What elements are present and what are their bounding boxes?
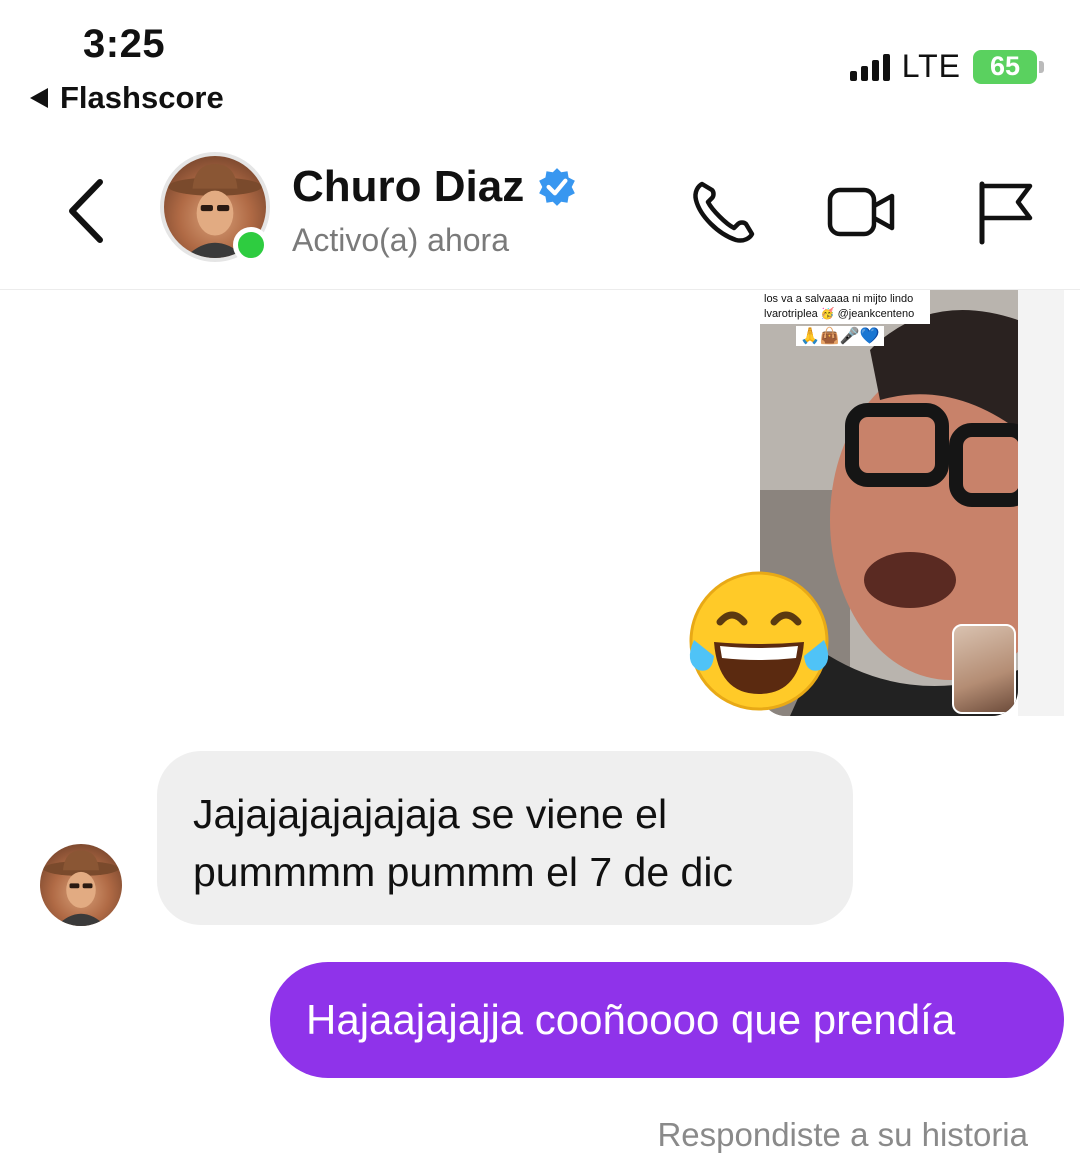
back-triangle-icon [30,88,48,108]
signal-icon [849,53,890,81]
laughing-crying-emoji-icon[interactable] [684,566,834,716]
sender-avatar[interactable] [40,844,122,926]
video-call-icon[interactable] [826,176,898,248]
story-caption-line-2: lvarotriplea 🥳 @jeankcenteno [764,308,915,320]
story-reply-note: Respondiste a su historia [657,1116,1028,1153]
network-type: LTE [901,48,961,84]
story-preview-edge [1018,290,1064,716]
story-caption: los va a salvaaaa ni mijto lindo lvarotr… [760,290,930,324]
contact-name[interactable]: Churo Diaz [292,162,524,212]
story-pip-thumbnail [952,624,1016,714]
battery-icon: 65 [973,49,1044,84]
status-indicators: LTE 65 [849,48,1044,85]
battery-level: 65 [989,51,1021,81]
phone-call-icon[interactable] [688,176,760,248]
online-status-dot [233,227,269,263]
back-chevron-icon[interactable] [64,176,114,246]
back-app-label: Flashscore [60,80,224,115]
report-flag-icon[interactable] [970,176,1042,248]
story-caption-emojis: 🙏👜🎤💙 [796,326,884,346]
activity-status: Activo(a) ahora [292,222,509,258]
outgoing-message-bubble[interactable]: Hajaajajajja cooñoooo que prendía [270,962,1064,1078]
story-caption-line-1: los va a salvaaaa ni mijto lindo [764,293,914,305]
incoming-message-bubble[interactable]: Jajajajajajajaja se viene el pummmm pumm… [157,751,853,925]
verified-badge-icon [539,168,576,206]
back-to-app-link[interactable]: Flashscore [30,80,224,116]
status-time: 3:25 [83,22,166,66]
chat-header: Churo Diaz Activo(a) ahora [0,140,1080,290]
